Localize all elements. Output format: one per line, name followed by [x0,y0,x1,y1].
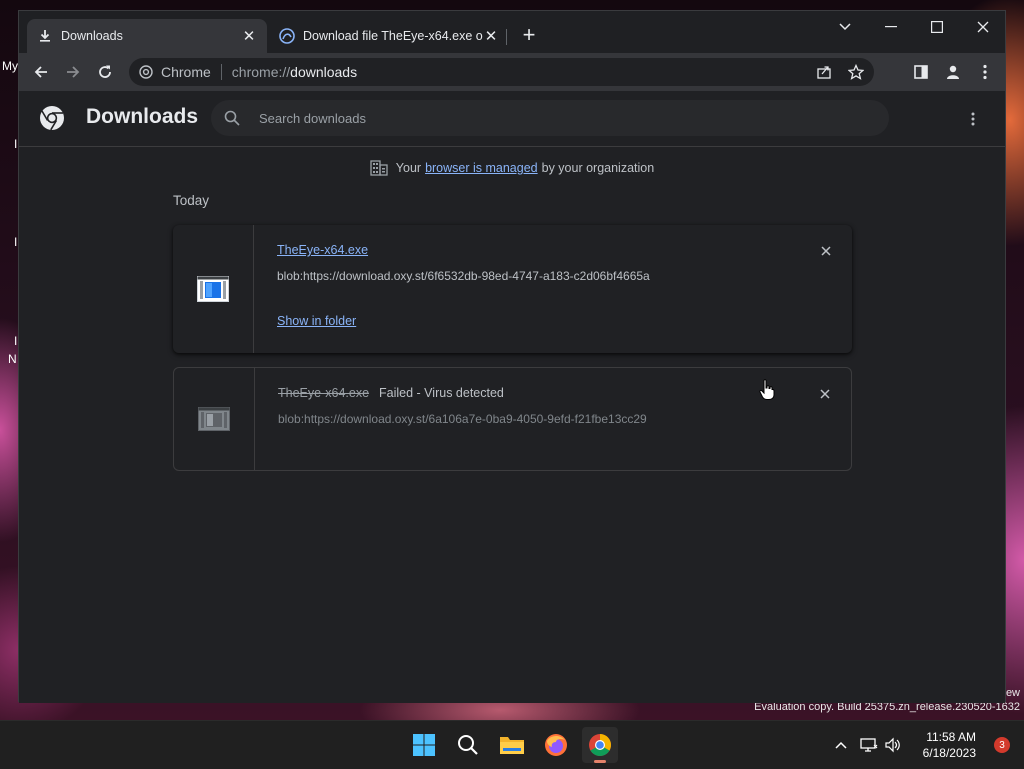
tab-search-chevron-icon[interactable] [823,15,867,39]
clock-time: 11:58 AM [926,730,976,744]
close-tab-icon[interactable]: ✕ [241,27,257,45]
tab-separator [506,29,507,45]
browser-menu-icon[interactable] [973,60,997,84]
omnibox-chip-label: Chrome [161,64,211,80]
managed-notice: Your browser is managed by your organiza… [19,160,1005,176]
exe-file-icon [197,276,229,302]
file-icon-column [174,368,255,470]
download-filename: TheEye-x64.exe Failed - Virus detected [278,386,504,400]
omnibox-divider [220,64,222,80]
download-status: Failed - Virus detected [379,386,504,400]
side-panel-icon[interactable] [909,60,933,84]
managed-suffix: by your organization [541,161,655,175]
remove-item-icon[interactable] [818,243,834,259]
downloads-header: Downloads [19,91,1005,147]
notification-badge[interactable]: 3 [994,737,1010,753]
back-button[interactable] [29,60,53,84]
exe-file-icon [198,407,230,431]
browser-managed-link[interactable]: browser is managed [425,161,538,175]
desktop-icon-label[interactable]: My [2,59,18,73]
show-hidden-icons-chevron-icon[interactable] [830,741,852,749]
chrome-logo-icon [139,65,153,79]
search-icon [458,735,478,755]
filename-failed: TheEye-x64.exe [278,386,370,400]
system-tray [830,721,904,769]
tab-strip: Downloads ✕ Download file TheEye-x64.exe… [19,11,1005,53]
volume-icon[interactable] [882,737,904,753]
download-url[interactable]: blob:https://download.oxy.st/6f6532db-98… [277,269,650,283]
close-tab-icon[interactable]: ✕ [483,27,499,45]
chrome-taskbar-button[interactable] [582,727,618,763]
new-tab-button[interactable]: + [517,22,541,47]
desktop-icon-label[interactable]: I [14,235,17,249]
taskbar: 11:58 AM 6/18/2023 3 [0,720,1024,769]
download-filename: TheEye-x64.exe [277,243,368,257]
desktop-icon-label[interactable]: I [14,137,17,151]
date-group-label: Today [173,193,210,208]
hand-cursor-icon [759,379,775,400]
url-scheme: chrome:// [231,64,291,80]
desktop-icon-label[interactable]: N [8,352,17,366]
tab-title: Download file TheEye-x64.exe on [303,29,483,43]
download-item: TheEye-x64.exe blob:https://download.oxy… [173,225,852,353]
clock-date: 6/18/2023 [922,746,976,760]
more-actions-icon[interactable] [963,109,983,129]
evaluation-watermark-tail: ew [1005,687,1020,699]
omnibox-url[interactable]: chrome://downloads [232,64,357,80]
windows-start-icon [413,734,435,756]
close-window-button[interactable] [961,15,1005,39]
remove-item-icon[interactable] [817,386,833,402]
forward-button[interactable] [61,60,85,84]
chrome-logo-icon [40,106,64,131]
tab-title: Downloads [61,29,123,43]
url-path: downloads [290,64,358,80]
minimize-button[interactable] [869,15,913,39]
omnibox-chip[interactable]: Chrome [129,64,211,80]
page-title: Downloads [86,105,199,128]
bookmark-star-icon[interactable] [844,60,868,84]
oxy-favicon-icon [279,28,295,44]
download-icon [37,28,53,44]
desktop-icon-label[interactable]: I [14,334,17,348]
chrome-icon [589,734,611,756]
show-in-folder-link[interactable]: Show in folder [277,314,356,328]
folder-icon [500,737,524,754]
building-icon [370,160,388,176]
active-app-indicator [594,760,606,763]
search-downloads[interactable] [211,100,889,136]
profile-avatar-icon[interactable] [941,60,965,84]
managed-prefix: Your [395,161,422,175]
file-explorer-button[interactable] [494,727,530,763]
file-icon-column [173,225,254,353]
start-button[interactable] [406,727,442,763]
taskbar-search-button[interactable] [450,727,486,763]
search-icon [224,110,240,126]
firefox-button[interactable] [538,727,574,763]
chrome-window: Downloads ✕ Download file TheEye-x64.exe… [18,10,1006,703]
reload-button[interactable] [93,60,117,84]
tab-download-file[interactable]: Download file TheEye-x64.exe on ✕ [269,19,509,53]
address-bar[interactable]: Chrome chrome://downloads [129,58,874,86]
browser-toolbar: Chrome chrome://downloads [19,53,1005,91]
tab-downloads[interactable]: Downloads ✕ [27,19,267,53]
network-icon[interactable] [856,737,882,753]
download-url: blob:https://download.oxy.st/6a106a7e-0b… [278,412,647,426]
omnibox-actions [804,60,868,84]
search-input[interactable] [257,109,861,127]
firefox-icon [545,734,567,756]
maximize-button[interactable] [915,15,959,39]
download-item: TheEye-x64.exe Failed - Virus detected bl… [173,367,852,471]
downloads-page: Downloads Your browser is managed by you… [19,91,1005,703]
share-icon[interactable] [812,60,836,84]
filename-link[interactable]: TheEye-x64.exe [277,243,368,257]
taskbar-clock[interactable]: 11:58 AM 6/18/2023 [923,729,976,761]
